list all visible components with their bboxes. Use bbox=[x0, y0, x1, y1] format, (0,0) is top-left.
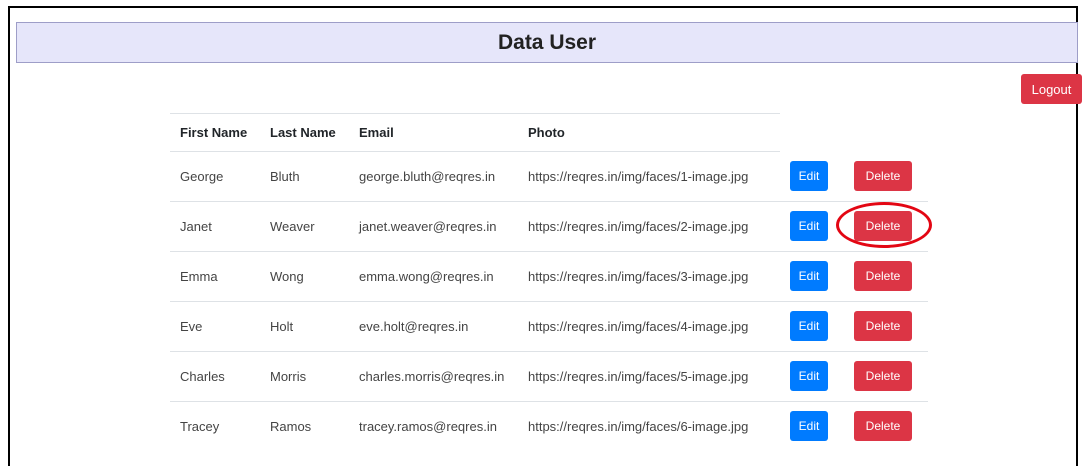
cell-photo: https://reqres.in/img/faces/4-image.jpg bbox=[518, 301, 780, 352]
cell-last-name: Wong bbox=[260, 251, 349, 302]
users-table: First Name Last Name Email Photo George B… bbox=[170, 114, 932, 451]
delete-button-wrapper: Delete bbox=[854, 311, 912, 341]
header-edit-blank bbox=[780, 114, 844, 151]
edit-button[interactable]: Edit bbox=[790, 160, 828, 191]
table-row: Eve Holt eve.holt@reqres.in https://reqres.… bbox=[170, 301, 928, 352]
table-row: Janet Weaver janet.weaver@reqres.in https:/… bbox=[170, 201, 932, 252]
delete-button[interactable]: Delete bbox=[854, 211, 912, 241]
cell-delete: Delete bbox=[836, 201, 932, 252]
table-row: Tracey Ramos tracey.ramos@reqres.in https:/… bbox=[170, 401, 928, 451]
delete-button-wrapper: Delete bbox=[854, 261, 912, 291]
delete-button[interactable]: Delete bbox=[854, 361, 912, 391]
table-row: George Bluth george.bluth@reqres.in https:/… bbox=[170, 151, 928, 202]
delete-button-wrapper: Delete bbox=[854, 160, 912, 191]
cell-email: eve.holt@reqres.in bbox=[349, 301, 518, 352]
cell-first-name: Tracey bbox=[180, 418, 220, 434]
cell-edit: Edit bbox=[780, 351, 844, 402]
header-delete-blank bbox=[844, 114, 928, 151]
delete-button-wrapper: Delete bbox=[854, 411, 912, 442]
cell-first-name: Emma bbox=[170, 251, 260, 302]
cell-last-name: Ramos bbox=[270, 418, 312, 434]
cell-edit: Edit bbox=[780, 201, 844, 252]
cell-delete: Delete bbox=[844, 301, 928, 352]
cell-last-name: Bluth bbox=[260, 151, 349, 202]
page-title: Data User bbox=[497, 30, 597, 54]
cell-photo: https://reqres.in/img/faces/6-image.jpg bbox=[528, 418, 749, 434]
edit-button[interactable]: Edit bbox=[790, 211, 828, 241]
table-row: Emma Wong emma.wong@reqres.in https://reqre… bbox=[170, 251, 928, 302]
cell-email: tracey.ramos@reqres.in bbox=[359, 418, 497, 434]
cell-last-name: Morris bbox=[260, 351, 349, 402]
delete-button[interactable]: Delete bbox=[854, 261, 912, 291]
cell-delete: Delete bbox=[844, 401, 928, 451]
edit-button[interactable]: Edit bbox=[790, 311, 828, 341]
cell-photo: https://reqres.in/img/faces/1-image.jpg bbox=[518, 151, 780, 202]
edit-button[interactable]: Edit bbox=[790, 261, 828, 291]
header-first-name: First Name bbox=[170, 114, 260, 152]
cell-photo: https://reqres.in/img/faces/5-image.jpg bbox=[518, 351, 780, 402]
delete-button[interactable]: Delete bbox=[854, 311, 912, 341]
table-header-row: First Name Last Name Email Photo bbox=[170, 114, 928, 152]
header-photo: Photo bbox=[518, 114, 780, 152]
header-last-name: Last Name bbox=[260, 114, 349, 152]
delete-button-wrapper: Delete bbox=[854, 361, 912, 391]
cell-edit: Edit bbox=[780, 251, 844, 302]
cell-first-name: Charles bbox=[170, 351, 260, 402]
header-bar: Data User bbox=[16, 22, 1078, 63]
cell-edit: Edit bbox=[780, 301, 844, 352]
cell-first-name: George bbox=[170, 151, 260, 202]
cell-photo: https://reqres.in/img/faces/2-image.jpg bbox=[518, 201, 780, 252]
delete-button[interactable]: Delete bbox=[854, 411, 912, 442]
cell-last-name: Holt bbox=[260, 301, 349, 352]
cell-first-name: Eve bbox=[170, 301, 260, 352]
cell-first-name: Janet bbox=[170, 201, 260, 252]
cell-email: janet.weaver@reqres.in bbox=[349, 201, 518, 252]
cell-delete: Delete bbox=[844, 351, 928, 402]
cell-delete: Delete bbox=[844, 151, 928, 202]
logout-button[interactable]: Logout bbox=[1021, 74, 1082, 104]
cell-email: george.bluth@reqres.in bbox=[349, 151, 518, 202]
table-row: Charles Morris charles.morris@reqres.in htt… bbox=[170, 351, 928, 402]
cell-last-name: Weaver bbox=[260, 201, 349, 252]
edit-button[interactable]: Edit bbox=[790, 361, 828, 391]
delete-button-wrapper: Delete bbox=[836, 202, 932, 248]
delete-button[interactable]: Delete bbox=[854, 160, 912, 191]
table-body: George Bluth george.bluth@reqres.in https:/… bbox=[170, 151, 932, 451]
edit-button[interactable]: Edit bbox=[790, 411, 828, 442]
cell-photo: https://reqres.in/img/faces/3-image.jpg bbox=[518, 251, 780, 302]
cell-edit: Edit bbox=[780, 151, 844, 202]
cell-email: charles.morris@reqres.in bbox=[349, 351, 518, 402]
cell-edit: Edit bbox=[780, 401, 844, 451]
header-email: Email bbox=[349, 114, 518, 152]
cell-delete: Delete bbox=[844, 251, 928, 302]
cell-email: emma.wong@reqres.in bbox=[349, 251, 518, 302]
